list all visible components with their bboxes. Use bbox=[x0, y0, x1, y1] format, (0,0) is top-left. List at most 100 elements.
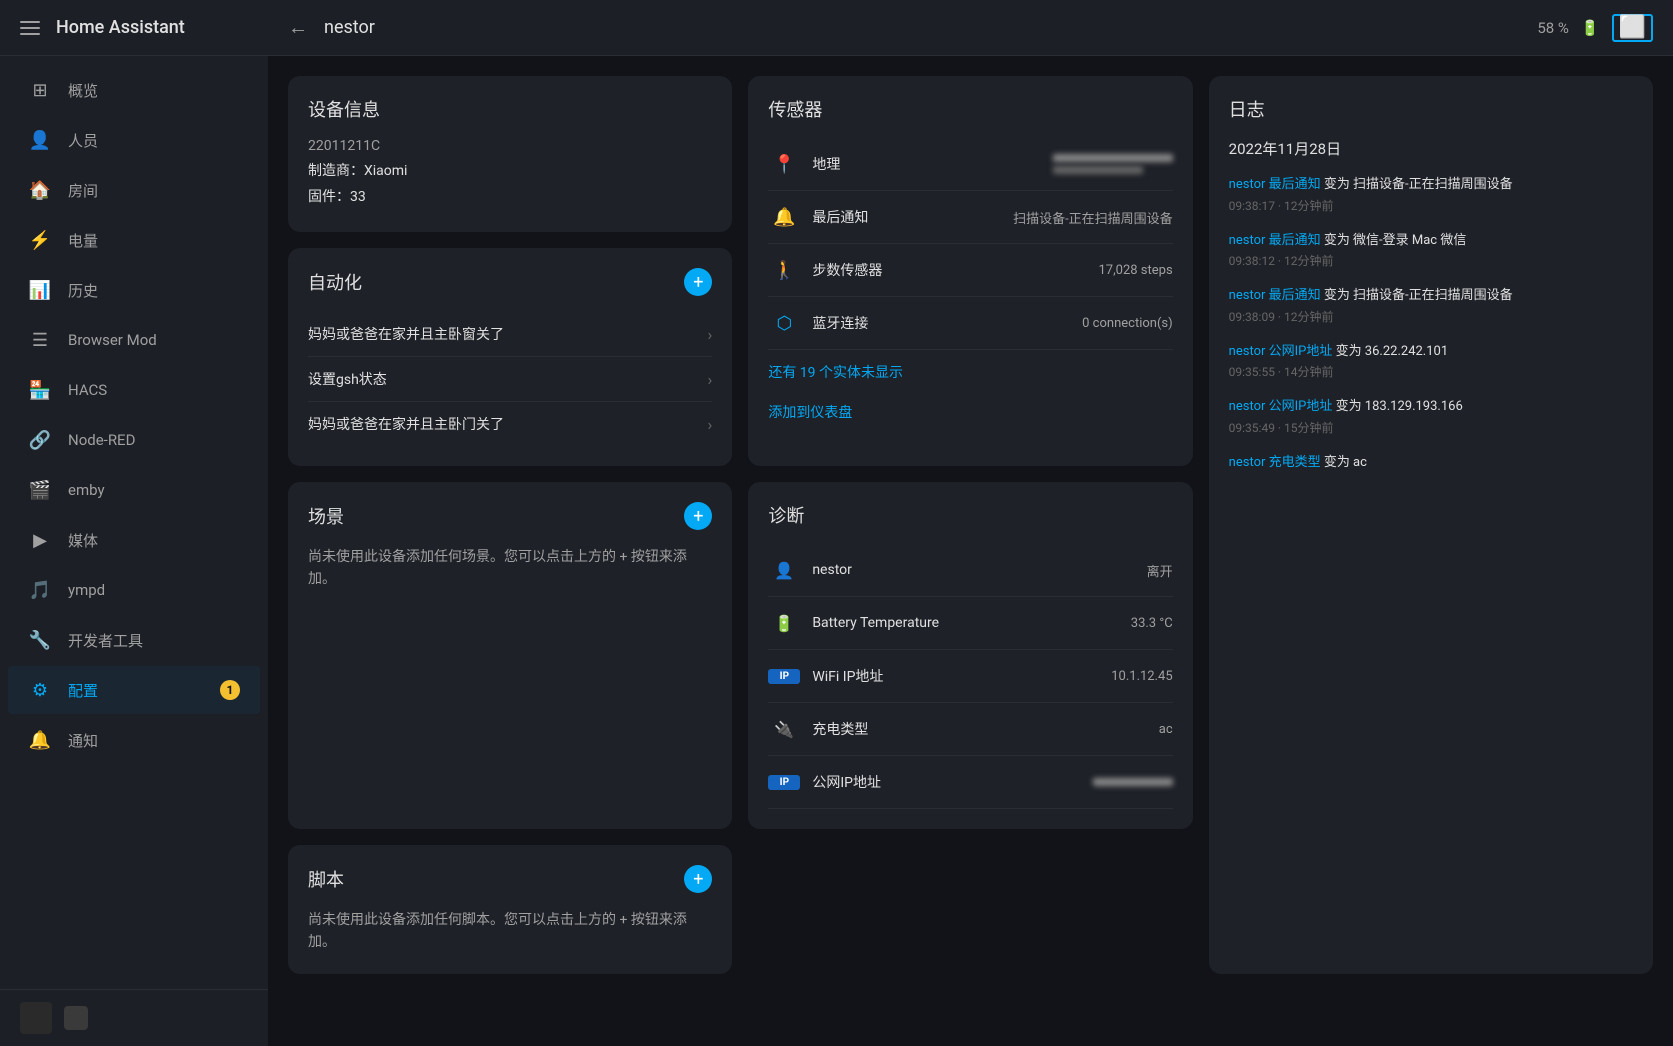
sensor-title: 传感器 bbox=[768, 96, 1172, 122]
diag-name-battery-temp: Battery Temperature bbox=[812, 615, 1118, 631]
diag-name-wifi-ip: WiFi IP地址 bbox=[812, 666, 1099, 686]
scene-card: 场景 + 尚未使用此设备添加任何场景。您可以点击上方的 + 按钮来添加。 bbox=[288, 482, 732, 829]
manufacturer-row: 制造商：Xiaomi bbox=[308, 160, 712, 180]
sidebar-item-notifications[interactable]: 🔔 通知 bbox=[8, 716, 260, 764]
log-time: 09:38:12 · 12分钟前 bbox=[1229, 252, 1633, 270]
sidebar-item-hacs[interactable]: 🏪 HACS bbox=[8, 366, 260, 414]
energy-icon: ⚡ bbox=[28, 228, 52, 252]
avatar-thumb2 bbox=[64, 1006, 88, 1030]
page-title: nestor bbox=[324, 17, 1521, 38]
diag-item-wifi-ip: IP WiFi IP地址 10.1.12.45 bbox=[768, 650, 1172, 703]
add-to-dashboard-button[interactable]: 添加到仪表盘 bbox=[768, 394, 1172, 430]
sidebar-item-overview[interactable]: ⊞ 概览 bbox=[8, 66, 260, 114]
app-title: Home Assistant bbox=[56, 17, 185, 38]
diag-item-person: 👤 nestor 离开 bbox=[768, 544, 1172, 597]
sidebar-item-browser-mod[interactable]: ☰ Browser Mod bbox=[8, 316, 260, 364]
back-button[interactable]: ← bbox=[288, 15, 308, 40]
sidebar-item-rooms[interactable]: 🏠 房间 bbox=[8, 166, 260, 214]
script-description: 尚未使用此设备添加任何脚本。您可以点击上方的 + 按钮来添加。 bbox=[308, 909, 712, 954]
sidebar-item-label: 概览 bbox=[68, 80, 98, 101]
steps-icon: 🚶 bbox=[768, 254, 800, 286]
sensor-card: 传感器 📍 地理 🔔 最后通知 扫描设备-正在扫描周围设备 🚶 步数传感 bbox=[748, 76, 1192, 466]
sidebar-item-energy[interactable]: ⚡ 电量 bbox=[8, 216, 260, 264]
log-date: 2022年11月28日 bbox=[1229, 138, 1633, 159]
sensor-name-notification: 最后通知 bbox=[812, 207, 1001, 227]
log-link[interactable]: nestor 最后通知 bbox=[1229, 288, 1321, 303]
battery-temp-icon: 🔋 bbox=[768, 607, 800, 639]
tablet-icon: ⬜ bbox=[1612, 14, 1653, 42]
log-card: 日志 2022年11月28日 nestor 最后通知 变为 扫描设备-正在扫描周… bbox=[1209, 76, 1653, 974]
sidebar-item-label: Node-RED bbox=[68, 431, 135, 449]
sidebar-item-media[interactable]: ▶ 媒体 bbox=[8, 516, 260, 564]
log-time: 09:38:09 · 12分钟前 bbox=[1229, 308, 1633, 326]
log-rest: 变为 微信-登录 Mac 微信 bbox=[1321, 233, 1467, 248]
notification-sensor-icon: 🔔 bbox=[768, 201, 800, 233]
log-rest: 变为 36.22.242.101 bbox=[1332, 344, 1448, 359]
script-title: 脚本 bbox=[308, 866, 344, 892]
log-link[interactable]: nestor 充电类型 bbox=[1229, 455, 1321, 470]
log-entries: nestor 最后通知 变为 扫描设备-正在扫描周围设备09:38:17 · 1… bbox=[1229, 175, 1633, 488]
log-rest: 变为 扫描设备-正在扫描周围设备 bbox=[1321, 177, 1513, 192]
notifications-icon: 🔔 bbox=[28, 728, 52, 752]
topbar-right: 58 % 🔋 ⬜ bbox=[1537, 14, 1653, 42]
sidebar-item-ympd[interactable]: 🎵 ympd bbox=[8, 566, 260, 614]
log-item: nestor 公网IP地址 变为 36.22.242.101 09:35:55 ·… bbox=[1229, 342, 1633, 382]
automation-item-3[interactable]: 妈妈或爸爸在家并且主卧门关了 › bbox=[308, 402, 712, 446]
add-automation-button[interactable]: + bbox=[684, 268, 712, 296]
sidebar-footer[interactable] bbox=[0, 989, 268, 1046]
menu-icon[interactable] bbox=[16, 17, 44, 39]
log-rest: 变为 扫描设备-正在扫描周围设备 bbox=[1321, 288, 1513, 303]
chevron-right-icon: › bbox=[708, 325, 713, 344]
sensor-item-bluetooth: ⬡ 蓝牙连接 0 connection(s) bbox=[768, 297, 1172, 350]
add-scene-button[interactable]: + bbox=[684, 502, 712, 530]
diag-value-wifi-ip: 10.1.12.45 bbox=[1111, 669, 1172, 684]
sidebar-item-node-red[interactable]: 🔗 Node-RED bbox=[8, 416, 260, 464]
ympd-icon: 🎵 bbox=[28, 578, 52, 602]
sidebar-item-label: Browser Mod bbox=[68, 331, 157, 349]
log-item: nestor 充电类型 变为 ac bbox=[1229, 453, 1633, 473]
diag-item-charge-type: 🔌 充电类型 ac bbox=[768, 703, 1172, 756]
sidebar-item-label: emby bbox=[68, 481, 105, 499]
sidebar-item-label: 配置 bbox=[68, 680, 98, 701]
log-link[interactable]: nestor 公网IP地址 bbox=[1229, 344, 1333, 359]
sidebar-item-label: 通知 bbox=[68, 730, 98, 751]
sensor-value-bluetooth: 0 connection(s) bbox=[1082, 316, 1173, 331]
topbar: ← nestor 58 % 🔋 ⬜ bbox=[268, 0, 1673, 56]
wifi-ip-icon: IP bbox=[768, 660, 800, 692]
node-red-icon: 🔗 bbox=[28, 428, 52, 452]
config-icon: ⚙ bbox=[28, 678, 52, 702]
automation-item-2[interactable]: 设置gsh状态 › bbox=[308, 357, 712, 402]
sensor-name-bluetooth: 蓝牙连接 bbox=[812, 313, 1070, 333]
log-link[interactable]: nestor 最后通知 bbox=[1229, 233, 1321, 248]
log-link[interactable]: nestor 最后通知 bbox=[1229, 177, 1321, 192]
sidebar-header: Home Assistant bbox=[0, 0, 268, 56]
log-link[interactable]: nestor 公网IP地址 bbox=[1229, 399, 1333, 414]
automation-item-1[interactable]: 妈妈或爸爸在家并且主卧窗关了 › bbox=[308, 312, 712, 357]
diag-name-public-ip: 公网IP地址 bbox=[812, 772, 1080, 792]
add-script-button[interactable]: + bbox=[684, 865, 712, 893]
chevron-right-icon: › bbox=[708, 370, 713, 389]
sensor-name-location: 地理 bbox=[812, 154, 1040, 174]
scene-title: 场景 bbox=[308, 503, 344, 529]
config-badge: 1 bbox=[220, 680, 240, 700]
diag-value-public-ip bbox=[1093, 778, 1173, 786]
automation-header: 自动化 + bbox=[308, 268, 712, 296]
diagnostics-card: 诊断 👤 nestor 离开 🔋 Battery Temperature 33.… bbox=[748, 482, 1192, 829]
battery-icon: 🔋 bbox=[1581, 19, 1600, 37]
scene-header: 场景 + bbox=[308, 502, 712, 530]
sidebar-item-developer[interactable]: 🔧 开发者工具 bbox=[8, 616, 260, 664]
sidebar-item-history[interactable]: 📊 历史 bbox=[8, 266, 260, 314]
sidebar-item-config[interactable]: ⚙ 配置 1 bbox=[8, 666, 260, 714]
sidebar-item-people[interactable]: 👤 人员 bbox=[8, 116, 260, 164]
diag-value-charge-type: ac bbox=[1159, 722, 1173, 737]
more-entities-link[interactable]: 还有 19 个实体未显示 bbox=[768, 362, 1172, 382]
sensor-value-steps: 17,028 steps bbox=[1098, 263, 1172, 278]
sensor-item-location: 📍 地理 bbox=[768, 138, 1172, 191]
firmware-row: 固件：33 bbox=[308, 186, 712, 206]
sidebar-item-emby[interactable]: 🎬 emby bbox=[8, 466, 260, 514]
log-title: 日志 bbox=[1229, 96, 1633, 122]
log-time: 09:35:55 · 14分钟前 bbox=[1229, 363, 1633, 381]
browser-mod-icon: ☰ bbox=[28, 328, 52, 352]
sidebar-item-label: 开发者工具 bbox=[68, 630, 143, 651]
automation-card: 自动化 + 妈妈或爸爸在家并且主卧窗关了 › 设置gsh状态 › 妈妈或爸爸在家… bbox=[288, 248, 732, 466]
